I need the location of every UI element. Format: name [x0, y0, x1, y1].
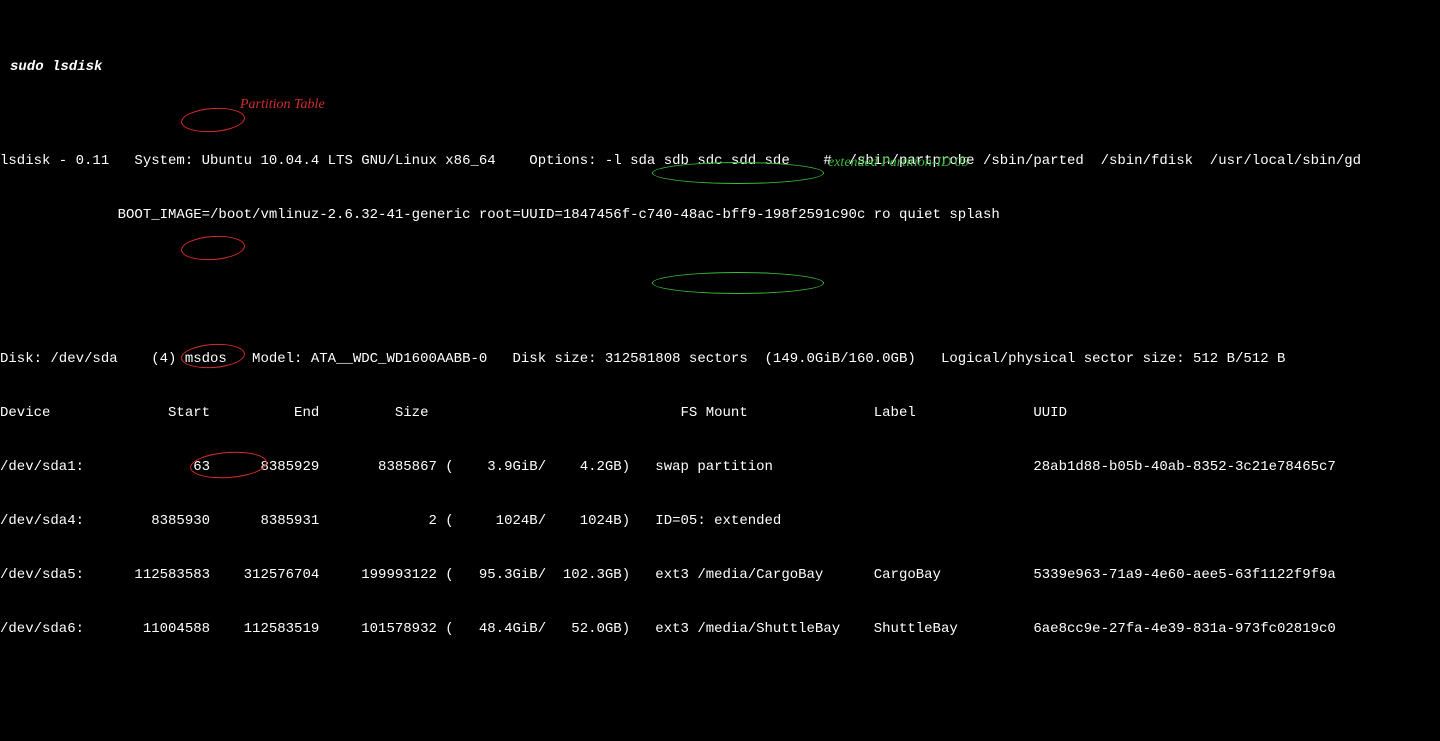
command-line: sudo lsdisk [0, 58, 1440, 76]
column-header: Device Start End Size FS Mount Label UUI… [0, 404, 1440, 422]
table-row: /dev/sda4: 8385930 8385931 2 ( 1024B/ 10… [0, 512, 1440, 530]
table-row: /dev/sda5: 112583583 312576704 199993122… [0, 566, 1440, 584]
table-row: /dev/sda1: 63 8385929 8385867 ( 3.9GiB/ … [0, 458, 1440, 476]
header-line-1: lsdisk - 0.11 System: Ubuntu 10.04.4 LTS… [0, 152, 1440, 170]
header-line-2: BOOT_IMAGE=/boot/vmlinuz-2.6.32-41-gener… [0, 206, 1440, 224]
table-row: /dev/sda6: 11004588 112583519 101578932 … [0, 620, 1440, 638]
blank [0, 260, 1440, 278]
terminal-output[interactable]: sudo lsdisk lsdisk - 0.11 System: Ubuntu… [0, 0, 1440, 741]
annotation-partition-table: Partition Table [240, 96, 325, 114]
disk-sda-header: Disk: /dev/sda (4) msdos Model: ATA__WDC… [0, 350, 1440, 368]
blank [0, 674, 1440, 692]
oval-msdos-sdb [180, 234, 246, 262]
oval-msdos-sda [180, 106, 246, 134]
